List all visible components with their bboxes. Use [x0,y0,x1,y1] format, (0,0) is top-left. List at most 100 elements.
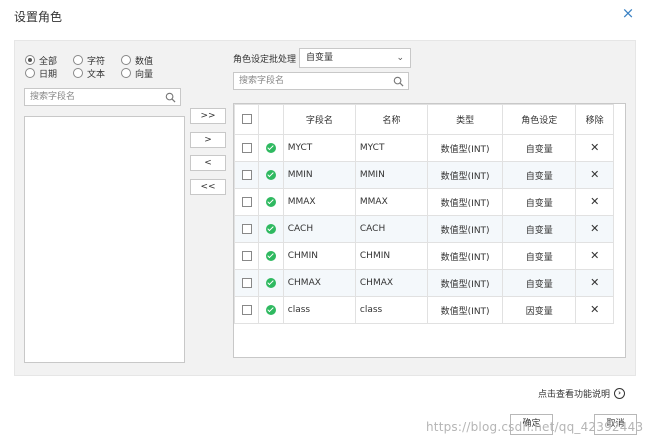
remove-icon[interactable]: ✕ [590,223,599,234]
batch-role-label: 角色设定批处理 [233,55,297,65]
table-row: MYCT MYCT 数值型(INT) 自变量 ✕ [233,134,614,162]
set-role-dialog: 设置角色 × 全部 字符 数值 日期 文本 向量 搜索字段名 >> > < <<… [0,0,650,446]
name-cell: CHMIN [354,242,429,270]
batch-role-select[interactable]: 自变量 ⌄ [299,48,411,68]
check-circle-icon [266,277,277,288]
header-select-all[interactable] [233,104,260,135]
table-row: CHMAX CHMAX 数值型(INT) 自变量 ✕ [233,269,614,297]
radio-text[interactable]: 文本 [73,67,106,80]
search-icon[interactable] [393,76,404,87]
type-cell: 数值型(INT) [427,215,504,243]
table-header-row: 字段名 名称 类型 角色设定 移除 [233,104,614,135]
available-fields-list[interactable] [24,116,185,363]
header-role: 角色设定 [502,104,577,135]
type-cell: 数值型(INT) [427,242,504,270]
close-icon[interactable]: × [620,5,636,21]
header-name: 名称 [354,104,429,135]
remove-icon[interactable]: ✕ [590,196,599,207]
row-checkbox[interactable] [241,196,252,207]
row-checkbox[interactable] [241,169,252,180]
radio-dot-icon [73,68,83,78]
radio-label: 字符 [87,56,106,67]
header-type: 类型 [427,104,504,135]
chevron-right-circle-icon: › [614,388,626,399]
role-cell[interactable]: 自变量 [502,188,577,216]
chevron-down-icon: ⌄ [396,53,404,63]
radio-all[interactable]: 全部 [25,54,58,67]
name-cell: MMIN [354,161,429,189]
dialog-body: 全部 字符 数值 日期 文本 向量 搜索字段名 >> > < << 角色设定批处… [14,40,636,376]
row-checkbox[interactable] [241,223,252,234]
remove-icon[interactable]: ✕ [590,304,599,315]
remove-icon[interactable]: ✕ [590,250,599,261]
batch-role-value: 自变量 [306,53,334,63]
role-cell[interactable]: 自变量 [502,269,577,297]
role-cell[interactable]: 自变量 [502,161,577,189]
check-circle-icon [266,142,277,153]
left-search-box [24,88,181,106]
type-cell: 数值型(INT) [427,134,504,162]
dialog-title: 设置角色 [14,10,63,24]
field-name-cell: class [282,296,356,324]
cancel-button[interactable]: 取消 [594,414,637,435]
header-status [258,104,284,135]
search-icon[interactable] [165,92,176,103]
radio-dot-icon [73,55,83,65]
type-cell: 数值型(INT) [427,188,504,216]
name-cell: CACH [354,215,429,243]
header-field-name: 字段名 [282,104,356,135]
remove-icon[interactable]: ✕ [590,169,599,180]
type-cell: 数值型(INT) [427,269,504,297]
move-right-button[interactable]: > [190,132,226,148]
name-cell: CHMAX [354,269,429,297]
field-name-cell: CACH [282,215,356,243]
row-checkbox[interactable] [241,304,252,315]
field-name-cell: CHMIN [282,242,356,270]
type-cell: 数值型(INT) [427,296,504,324]
radio-label: 全部 [39,56,58,67]
table-row: CHMIN CHMIN 数值型(INT) 自变量 ✕ [233,242,614,270]
radio-dot-icon [121,55,131,65]
move-left-button[interactable]: < [190,155,226,171]
move-all-right-button[interactable]: >> [190,108,226,124]
table-row: class class 数值型(INT) 因变量 ✕ [233,296,614,324]
name-cell: MMAX [354,188,429,216]
left-search-input[interactable] [25,89,180,105]
ok-button[interactable]: 确定 [510,414,553,435]
table-row: MMAX MMAX 数值型(INT) 自变量 ✕ [233,188,614,216]
check-circle-icon [266,196,277,207]
radio-string[interactable]: 字符 [73,54,106,67]
radio-numeric[interactable]: 数值 [121,54,154,67]
check-circle-icon [266,250,277,261]
check-circle-icon [266,169,277,180]
radio-vector[interactable]: 向量 [121,67,153,80]
right-search-box [233,72,409,90]
row-checkbox[interactable] [241,277,252,288]
radio-dot-icon [121,68,131,78]
table-row: CACH CACH 数值型(INT) 自变量 ✕ [233,215,614,243]
role-cell[interactable]: 自变量 [502,242,577,270]
help-link[interactable]: 点击查看功能说明 › [538,387,626,400]
role-table: 字段名 名称 类型 角色设定 移除 MYCT MYCT 数值型(INT) 自变量… [233,104,614,324]
row-checkbox[interactable] [241,142,252,153]
radio-label: 日期 [39,69,58,80]
select-all-checkbox[interactable] [241,114,252,125]
field-name-cell: MMAX [282,188,356,216]
radio-date[interactable]: 日期 [25,67,58,80]
role-cell[interactable]: 自变量 [502,215,577,243]
move-all-left-button[interactable]: << [190,179,226,195]
name-cell: class [354,296,429,324]
row-checkbox[interactable] [241,250,252,261]
check-circle-icon [266,223,277,234]
check-circle-icon [266,304,277,315]
help-label: 点击查看功能说明 [538,390,611,400]
field-name-cell: MYCT [282,134,356,162]
type-cell: 数值型(INT) [427,161,504,189]
role-cell[interactable]: 因变量 [502,296,577,324]
right-search-input[interactable] [234,73,408,89]
radio-label: 数值 [135,56,154,67]
radio-label: 文本 [87,69,106,80]
remove-icon[interactable]: ✕ [590,142,599,153]
role-cell[interactable]: 自变量 [502,134,577,162]
remove-icon[interactable]: ✕ [590,277,599,288]
